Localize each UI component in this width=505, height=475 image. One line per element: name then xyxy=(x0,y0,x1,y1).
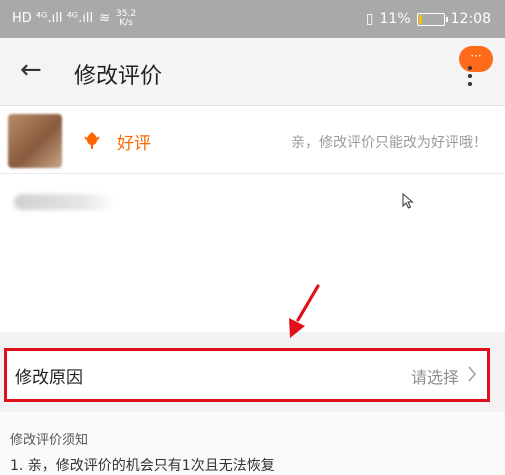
status-left: HD ⁴ᴳ.ıll ⁴ᴳ.ıll ≋ 35.2 K/s xyxy=(12,10,136,28)
status-right: ▯ 11% 12:08 xyxy=(366,11,491,27)
wifi-icon: ≋ xyxy=(99,11,110,26)
good-rating-label[interactable]: 好评 xyxy=(117,129,151,154)
app-bar: ← 修改评价 ··· xyxy=(0,38,505,106)
mouse-pointer-icon xyxy=(402,193,414,209)
chevron-right-icon xyxy=(468,366,477,382)
divider xyxy=(0,173,505,174)
clock: 12:08 xyxy=(450,11,491,27)
notice-line: 1. 亲，修改评价的机会只有1次且无法恢复 xyxy=(10,458,275,474)
network-speed: 35.2 K/s xyxy=(116,10,136,28)
message-badge[interactable]: ··· xyxy=(459,46,493,72)
good-rating-flower-icon xyxy=(84,132,100,149)
product-thumbnail xyxy=(8,114,62,168)
page-title: 修改评价 xyxy=(74,64,163,89)
battery-fill xyxy=(418,14,422,24)
review-card: 好评 亲，修改评价只能改为好评哦！ xyxy=(0,106,505,332)
back-arrow-icon[interactable]: ← xyxy=(20,56,42,84)
network-icons: HD ⁴ᴳ.ıll ⁴ᴳ.ıll xyxy=(12,11,94,26)
network-speed-unit: K/s xyxy=(119,18,133,28)
notice-section: 修改评价须知 1. 亲，修改评价的机会只有1次且无法恢复 xyxy=(0,412,505,475)
battery-percent: 11% xyxy=(379,11,411,27)
rating-hint: 亲，修改评价只能改为好评哦！ xyxy=(291,135,487,151)
more-menu-icon[interactable] xyxy=(467,66,473,90)
modify-reason-label: 修改原因 xyxy=(15,368,83,388)
notice-title: 修改评价须知 xyxy=(10,433,89,448)
status-bar: HD ⁴ᴳ.ıll ⁴ᴳ.ıll ≋ 35.2 K/s ▯ 11% 12:08 xyxy=(0,0,505,38)
comment-text-blurred xyxy=(14,194,114,210)
modify-reason-value: 请选择 xyxy=(410,368,459,387)
modify-reason-row[interactable]: 修改原因 请选择 xyxy=(4,348,490,402)
vibrate-icon: ▯ xyxy=(365,11,374,27)
battery-icon xyxy=(416,12,448,26)
